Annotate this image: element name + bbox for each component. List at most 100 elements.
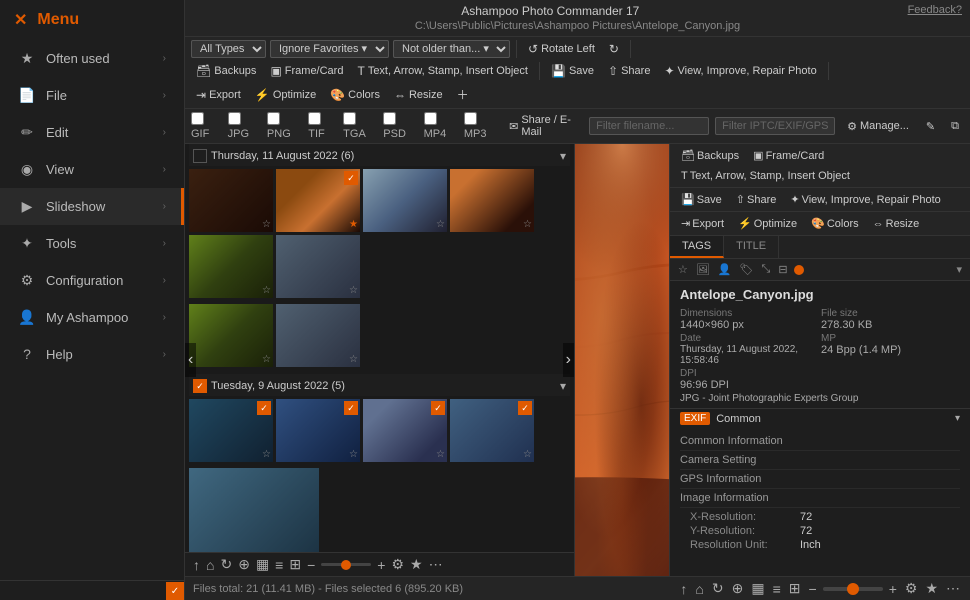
zoom-out-btn[interactable]: −	[807, 581, 819, 597]
close-icon[interactable]: ✕	[14, 10, 27, 30]
star-icon[interactable]: ☆	[523, 219, 532, 230]
sidebar-item-edit[interactable]: ✏ Edit ›	[0, 114, 184, 151]
star-icon[interactable]: ☆	[262, 354, 271, 365]
edit-manage-button[interactable]: ✎	[921, 118, 940, 135]
list-view-btn[interactable]: ≡	[771, 581, 783, 597]
frame-card-button[interactable]: ▣ Frame/Card	[265, 62, 348, 80]
thumbnail-item[interactable]: ☆	[276, 304, 360, 367]
tree-item-image-info[interactable]: Image Information	[680, 489, 960, 508]
expand-meta-icon[interactable]: ⤡	[760, 262, 773, 277]
thumbnail-item[interactable]: ✓ ☆	[276, 399, 360, 462]
meta-frame-button[interactable]: ▣ Frame/Card	[748, 147, 829, 164]
share-email-button[interactable]: ✉ Share / E-Mail	[504, 112, 583, 140]
colors-button[interactable]: 🎨 Colors	[325, 86, 385, 104]
tab-title[interactable]: TITLE	[724, 236, 779, 258]
copy-button[interactable]: ⧉	[946, 118, 964, 135]
meta-share-button[interactable]: ⇧ Share	[731, 191, 782, 208]
meta-save-button[interactable]: 💾 Save	[676, 191, 727, 208]
mp3-filter[interactable]: MP3	[464, 112, 498, 140]
thumbnail-item[interactable]: ☆	[189, 304, 273, 367]
scroll-up-icon[interactable]: ↑	[193, 557, 200, 573]
home-btn[interactable]: ⌂	[693, 581, 705, 597]
nav-prev-icon[interactable]: ‹	[185, 343, 196, 377]
psd-filter[interactable]: PSD	[383, 112, 417, 140]
group1-collapse-icon[interactable]: ▾	[560, 149, 566, 163]
thumbnail-item[interactable]: ☆	[363, 169, 447, 232]
thumbnail-item[interactable]: ☆	[189, 235, 273, 298]
more-btn[interactable]: ⋯	[944, 580, 962, 597]
sidebar-item-help[interactable]: ? Help ›	[0, 336, 184, 372]
view-improve-button[interactable]: ✦ View, Improve, Repair Photo	[659, 62, 821, 80]
extra-icon[interactable]: ⋯	[429, 556, 443, 573]
star-icon[interactable]: ☆	[349, 354, 358, 365]
star-btn[interactable]: ★	[923, 580, 940, 597]
feedback-link[interactable]: Feedback?	[908, 4, 962, 16]
thumbnail-item[interactable]: ☆	[189, 169, 273, 232]
age-filter-select[interactable]: Not older than... ▾	[393, 40, 510, 58]
grid-icon[interactable]: ▦	[256, 556, 269, 573]
zoom-in-icon[interactable]: +	[377, 557, 385, 573]
down-arrow-icon[interactable]: ▾	[954, 262, 964, 277]
favorites-filter-select[interactable]: Ignore Favorites ▾	[270, 40, 389, 58]
filename-filter-input[interactable]	[589, 117, 709, 135]
zoom-in-btn[interactable]: +	[887, 581, 899, 597]
group1-checkbox[interactable]	[193, 149, 207, 163]
tab-tags[interactable]: TAGS	[670, 236, 724, 258]
thumbnail-item[interactable]: ☆	[189, 468, 319, 552]
gif-filter[interactable]: GIF	[191, 112, 222, 140]
add-button[interactable]: ＋	[452, 84, 474, 105]
search-icon[interactable]: ⊕	[238, 556, 250, 573]
meta-backups-button[interactable]: 🗃 Backups	[676, 147, 744, 164]
star-icon[interactable]: ☆	[262, 449, 271, 460]
sidebar-item-tools[interactable]: ✦ Tools ›	[0, 225, 184, 262]
share-button[interactable]: ⇧ Share	[603, 62, 655, 80]
star-icon[interactable]: ☆	[523, 449, 532, 460]
meta-export-button[interactable]: ⇥ Export	[676, 215, 729, 232]
settings-icon[interactable]: ⚙	[391, 556, 404, 573]
list-icon[interactable]: ≡	[275, 557, 283, 573]
thumbnail-item[interactable]: ☆	[450, 169, 534, 232]
tag-meta-icon[interactable]: 🏷	[738, 262, 756, 277]
rotate-left-button[interactable]: ↺ Rotate Left	[523, 40, 600, 58]
tree-item-camera[interactable]: Camera Setting	[680, 451, 960, 470]
thumbnail-item[interactable]: ✓ ☆	[450, 399, 534, 462]
nav-next-icon[interactable]: ›	[563, 343, 574, 377]
refresh-btn[interactable]: ↻	[710, 580, 726, 597]
sidebar-item-often-used[interactable]: ★ Often used ›	[0, 40, 184, 77]
meta-view-button[interactable]: ✦ View, Improve, Repair Photo	[785, 191, 945, 208]
star-icon[interactable]: ☆	[262, 285, 271, 296]
size-view-btn[interactable]: ⊞	[787, 580, 803, 597]
backups-button[interactable]: 🗃 Backups	[191, 62, 261, 80]
thumbnail-item[interactable]: ☆	[276, 235, 360, 298]
zoom-range-slider[interactable]	[823, 587, 883, 591]
tga-filter[interactable]: TGA	[343, 112, 377, 140]
export-button[interactable]: ⇥ Export	[191, 86, 246, 104]
tree-item-gps[interactable]: GPS Information	[680, 470, 960, 489]
grid-view-btn[interactable]: ▦	[749, 580, 766, 597]
scroll-up-btn[interactable]: ↑	[678, 581, 689, 597]
meta-colors-button[interactable]: 🎨 Colors	[806, 215, 864, 232]
group2-collapse-icon[interactable]: ▾	[560, 379, 566, 393]
zoom-btn[interactable]: ⊕	[730, 580, 746, 597]
tif-filter[interactable]: TIF	[308, 112, 337, 140]
sidebar-item-slideshow[interactable]: ▶ Slideshow ›	[0, 188, 184, 225]
settings-btn[interactable]: ⚙	[903, 580, 920, 597]
star-icon[interactable]: ☆	[436, 219, 445, 230]
zoom-out-icon[interactable]: −	[307, 557, 315, 573]
group2-checkbox[interactable]: ✓	[193, 379, 207, 393]
thumbnail-item[interactable]: ✓ ★	[276, 169, 360, 232]
columns-meta-icon[interactable]: ⊟	[776, 262, 789, 277]
refresh-icon[interactable]: ↻	[220, 556, 232, 573]
sidebar-item-file[interactable]: 📄 File ›	[0, 77, 184, 114]
star-icon[interactable]: ★	[349, 219, 358, 230]
thumbnail-item[interactable]: ✓ ☆	[363, 399, 447, 462]
image-meta-icon[interactable]: 🖼	[694, 262, 712, 277]
mp4-filter[interactable]: MP4	[424, 112, 458, 140]
tree-item-common-info[interactable]: Common Information	[680, 432, 960, 451]
star-icon[interactable]: ☆	[436, 449, 445, 460]
star-icon[interactable]: ☆	[349, 285, 358, 296]
sidebar-item-view[interactable]: ◉ View ›	[0, 151, 184, 188]
type-filter-select[interactable]: All Types	[191, 40, 266, 58]
png-filter[interactable]: PNG	[267, 112, 302, 140]
optimize-button[interactable]: ⚡ Optimize	[250, 86, 321, 104]
